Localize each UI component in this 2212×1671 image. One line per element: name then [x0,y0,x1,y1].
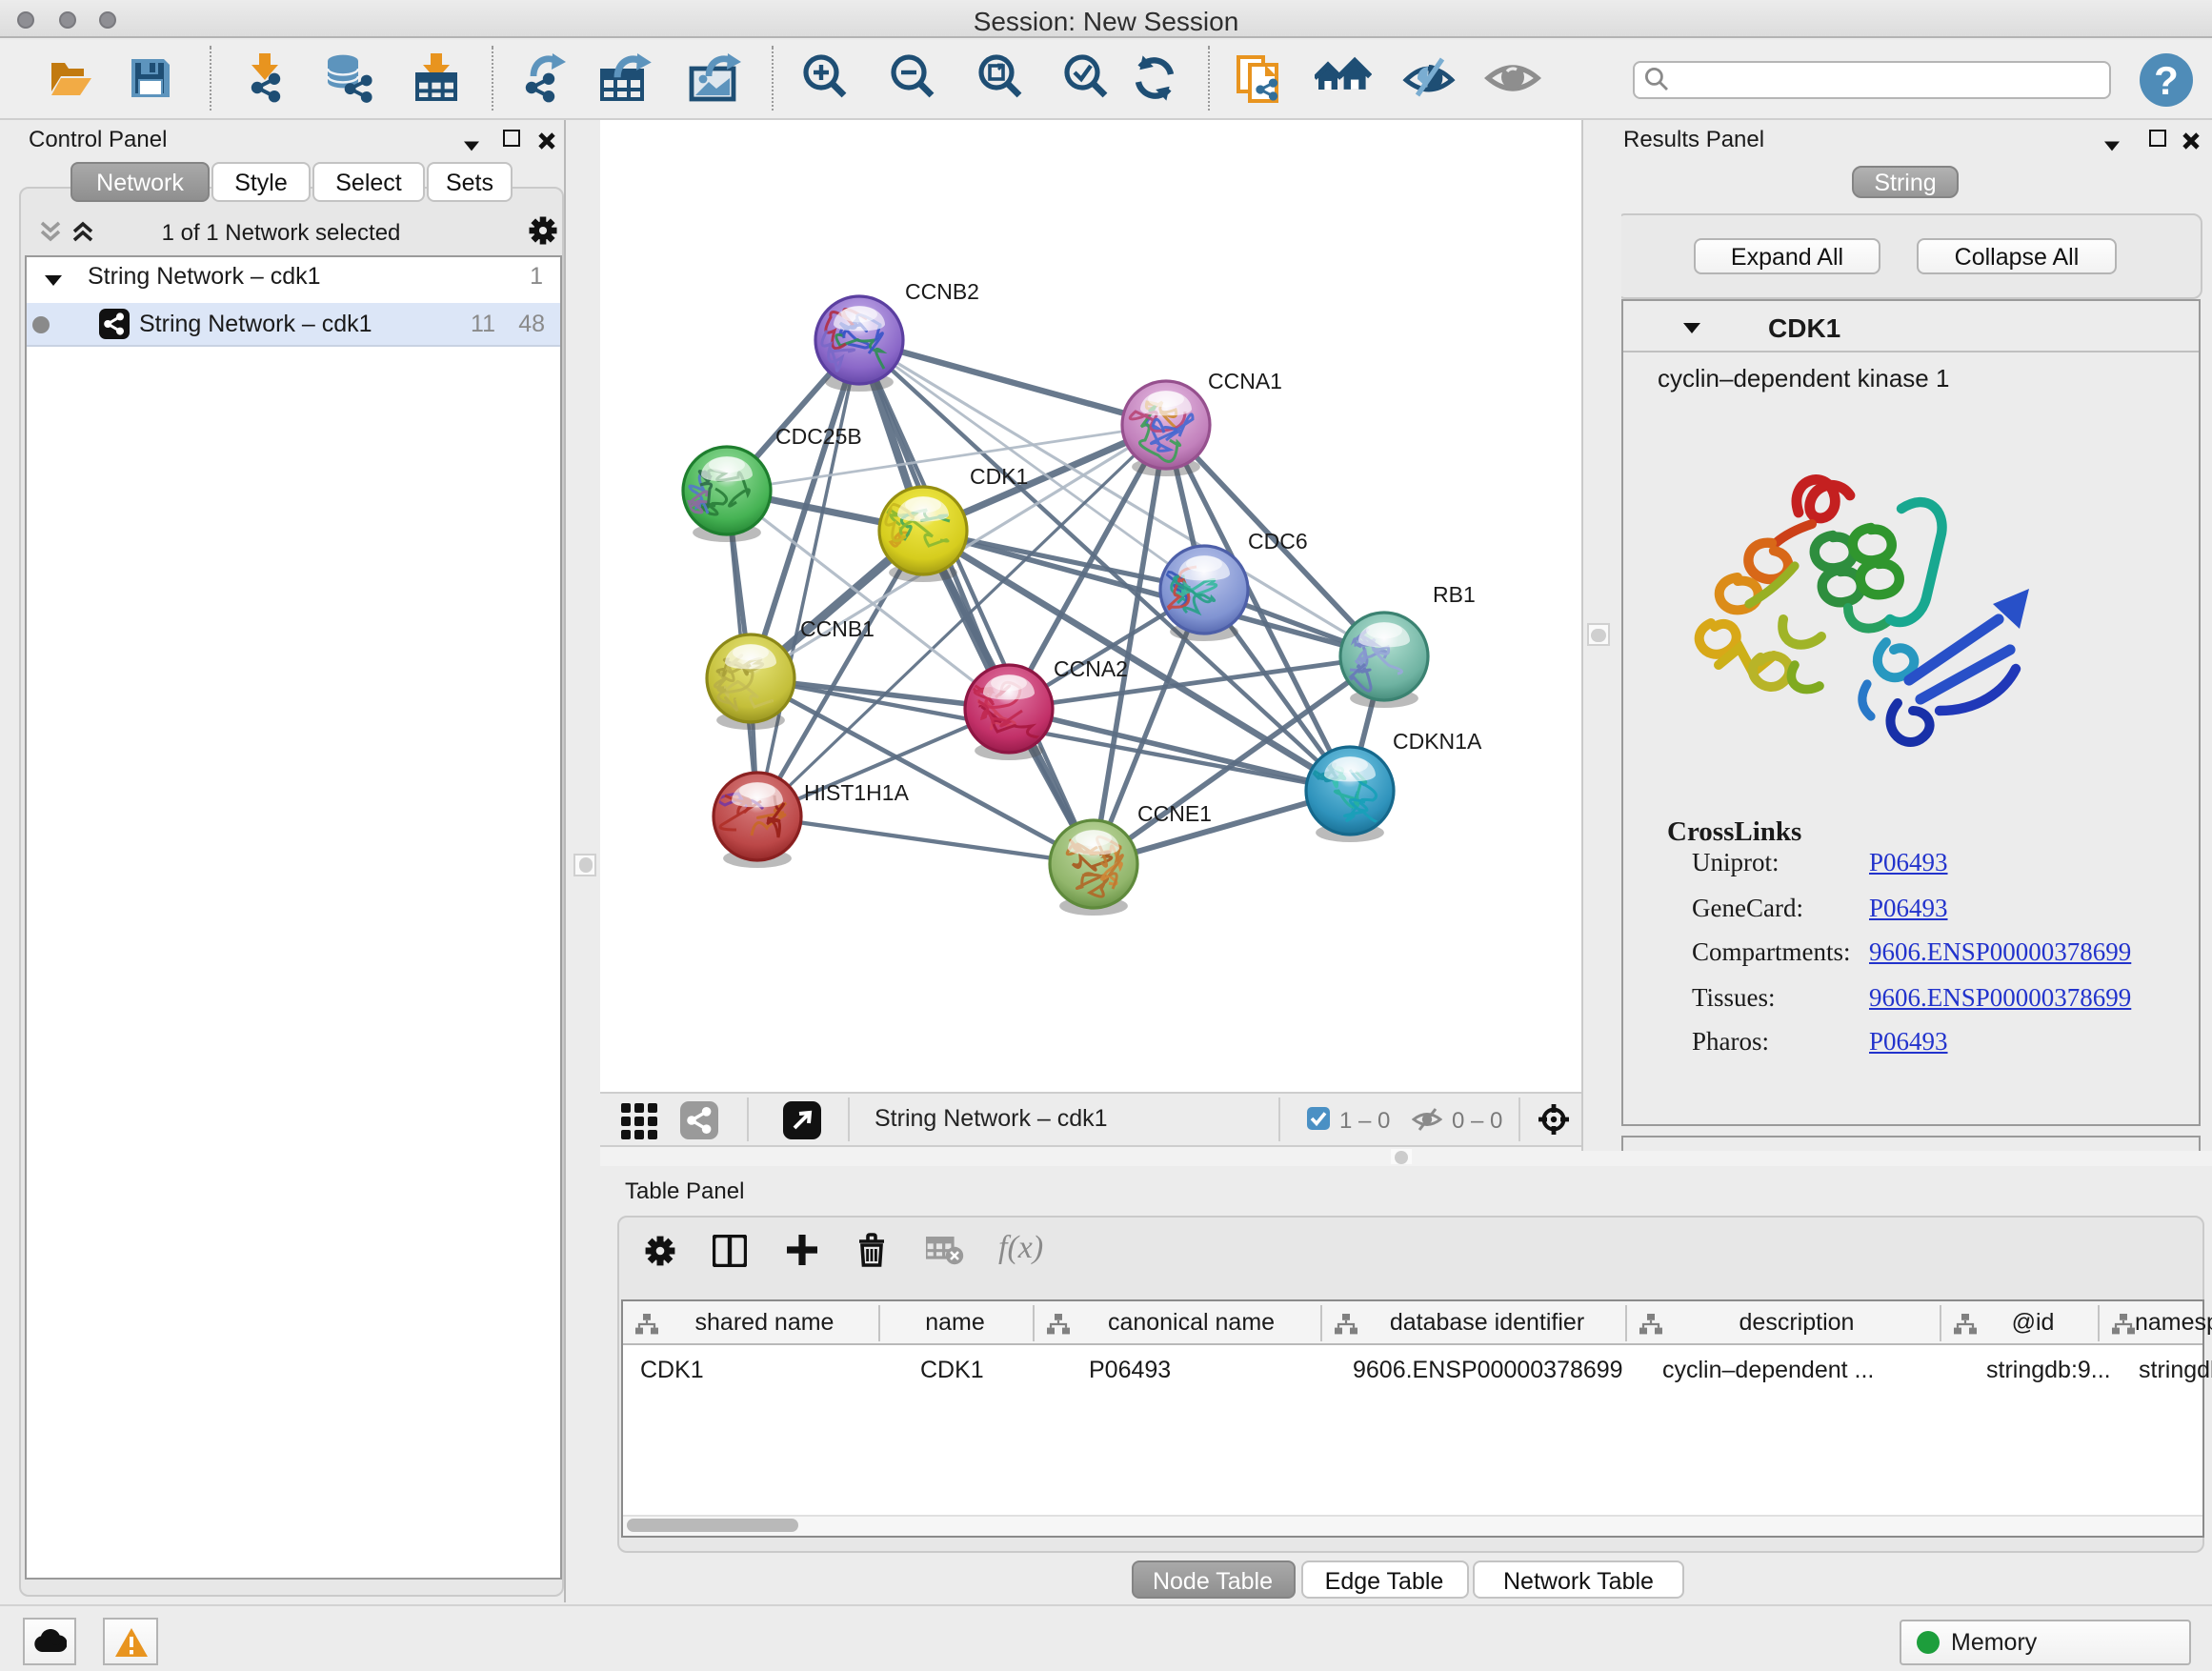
svg-text:CCNE1: CCNE1 [1137,800,1212,825]
svg-text:CDK1: CDK1 [970,463,1028,488]
svg-text:CCNA2: CCNA2 [1054,655,1128,680]
svg-text:?: ? [2154,58,2179,103]
svg-text:CDKN1A: CDKN1A [1393,728,1482,753]
svg-text:CCNB1: CCNB1 [800,615,875,640]
svg-text:CDC25B: CDC25B [775,423,862,448]
svg-text:CCNB2: CCNB2 [905,278,979,303]
svg-text:RB1: RB1 [1433,581,1476,606]
svg-text:CCNA1: CCNA1 [1208,368,1282,393]
svg-text:HIST1H1A: HIST1H1A [804,779,910,804]
svg-text:CDC6: CDC6 [1248,528,1308,553]
